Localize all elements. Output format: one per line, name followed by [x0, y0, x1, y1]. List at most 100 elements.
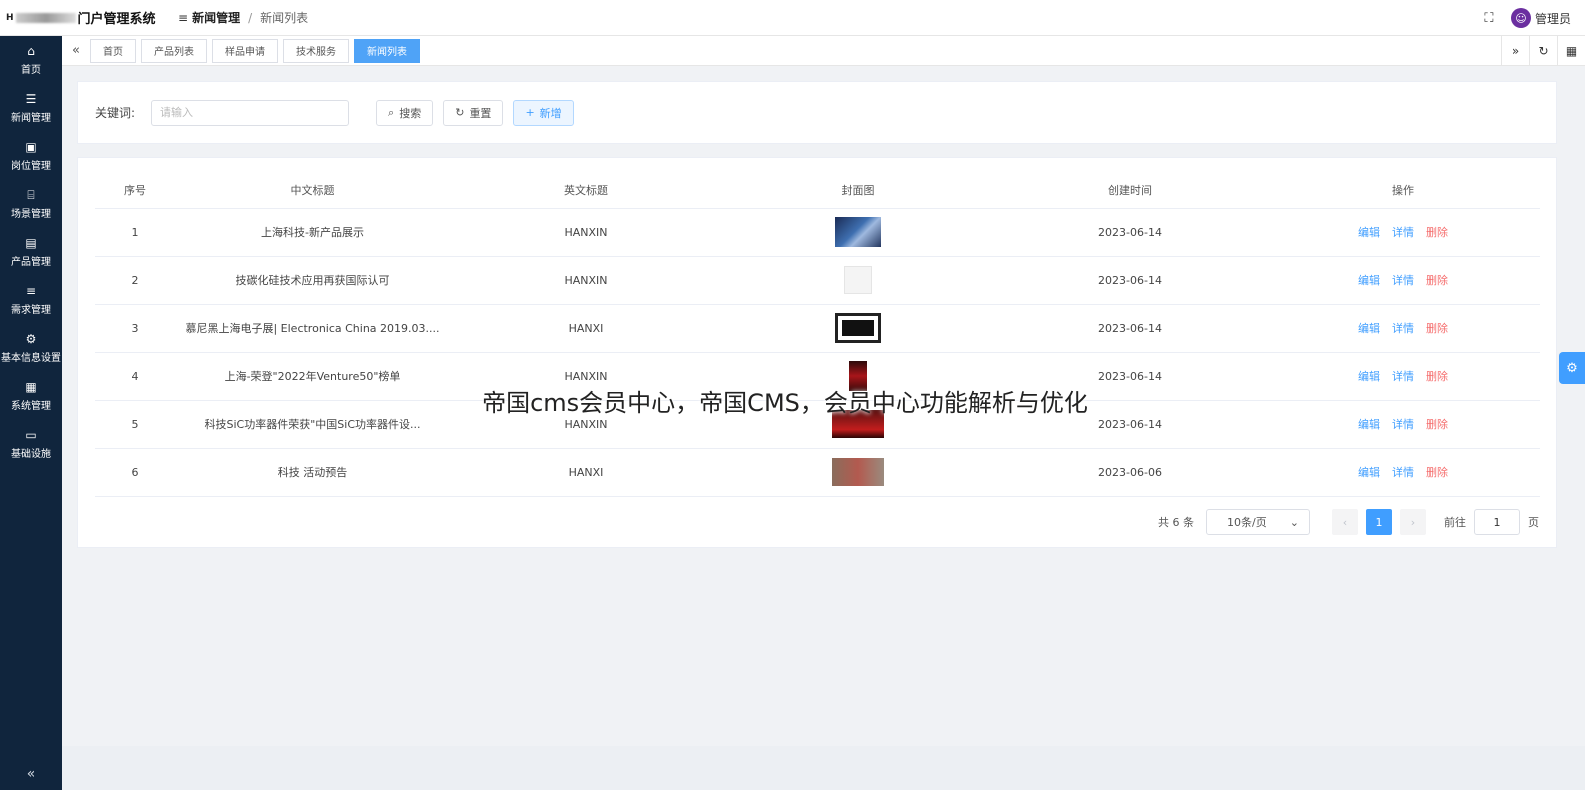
- sidebar-item-news[interactable]: ☰ 新闻管理: [0, 84, 62, 132]
- cell-created: 2023-06-06: [994, 448, 1266, 497]
- sidebar-item-infrastructure[interactable]: ▭ 基础设施: [0, 420, 62, 468]
- fullscreen-icon[interactable]: ⛶: [1481, 11, 1497, 26]
- col-cover: 封面图: [722, 172, 994, 209]
- edit-link[interactable]: 编辑: [1358, 416, 1380, 432]
- avatar: ☺: [1510, 8, 1531, 28]
- news-table: 序号 中文标题 英文标题 封面图 创建时间 操作 1 上海科技-新产品展示 HA…: [95, 172, 1540, 497]
- detail-link[interactable]: 详情: [1392, 320, 1414, 336]
- delete-link[interactable]: 删除: [1426, 224, 1448, 240]
- overlay-caption: 帝国cms会员中心，帝国CMS，会员中心功能解析与优化: [482, 389, 1088, 417]
- tab-product-list[interactable]: 产品列表: [141, 38, 207, 63]
- sidebar-item-positions[interactable]: ▣ 岗位管理: [0, 132, 62, 180]
- table-header-row: 序号 中文标题 英文标题 封面图 创建时间 操作: [95, 172, 1540, 209]
- sidebar-item-label: 岗位管理: [11, 161, 51, 172]
- keyword-input[interactable]: [151, 99, 350, 126]
- tabs-scroll-left-icon[interactable]: «: [62, 43, 90, 58]
- col-en-title: 英文标题: [450, 172, 722, 209]
- detail-link[interactable]: 详情: [1392, 224, 1414, 240]
- next-page-icon[interactable]: ›: [1400, 509, 1426, 535]
- cell-zh-title: 慕尼黑上海电子展| Electronica China 2019.03....: [175, 304, 450, 353]
- app-title: 门户管理系统: [77, 12, 156, 27]
- delete-link[interactable]: 删除: [1426, 320, 1448, 336]
- detail-link[interactable]: 详情: [1392, 272, 1414, 288]
- sidebar-item-home[interactable]: ⌂ 首页: [0, 36, 62, 84]
- plus-icon: +: [525, 106, 535, 119]
- cell-cover: [722, 256, 994, 305]
- delete-link[interactable]: 删除: [1426, 416, 1448, 432]
- breadcrumb-item-news-list: 新闻列表: [260, 11, 309, 25]
- col-zh-title: 中文标题: [175, 172, 450, 209]
- reset-button[interactable]: ↻ 重置: [443, 99, 504, 126]
- user-menu[interactable]: ☺ 管理员: [1510, 8, 1571, 28]
- detail-link[interactable]: 详情: [1392, 368, 1414, 384]
- pagination: 共 6 条 10条/页 ⌄ ‹ 1 › 前往 页: [1158, 508, 1539, 536]
- cover-image[interactable]: [844, 266, 872, 294]
- detail-link[interactable]: 详情: [1392, 416, 1414, 432]
- search-button-label: 搜索: [399, 106, 422, 120]
- news-table-card: 序号 中文标题 英文标题 封面图 创建时间 操作 1 上海科技-新产品展示 HA…: [77, 157, 1557, 548]
- goto-prefix: 前往: [1444, 516, 1466, 529]
- breadcrumb-item-news-manage[interactable]: 新闻管理: [192, 9, 240, 26]
- edit-link[interactable]: 编辑: [1358, 464, 1380, 480]
- search-button[interactable]: ⌕ 搜索: [376, 99, 434, 126]
- page-number-current[interactable]: 1: [1366, 509, 1392, 535]
- table-row: 6 科技 活动预告 HANXI 2023-06-06 编辑 详情 删除: [95, 448, 1540, 497]
- edit-link[interactable]: 编辑: [1358, 224, 1380, 240]
- sidebar-item-scenes[interactable]: ⌸ 场景管理: [0, 180, 62, 228]
- cell-index: 3: [95, 304, 175, 353]
- cell-index: 1: [95, 208, 175, 257]
- edit-link[interactable]: 编辑: [1358, 368, 1380, 384]
- sidebar-item-basic-settings[interactable]: ⚙ 基本信息设置: [0, 324, 62, 372]
- edit-link[interactable]: 编辑: [1358, 320, 1380, 336]
- tab-tech-service[interactable]: 技术服务: [283, 38, 349, 63]
- edit-link[interactable]: 编辑: [1358, 272, 1380, 288]
- sidebar-item-label: 首页: [21, 65, 41, 76]
- tab-news-list[interactable]: 新闻列表: [354, 38, 420, 63]
- tab-sample-request[interactable]: 样品申请: [212, 38, 278, 63]
- tab-home[interactable]: 首页: [90, 38, 136, 63]
- cell-actions: 编辑 详情 删除: [1266, 208, 1540, 257]
- detail-link[interactable]: 详情: [1392, 464, 1414, 480]
- col-index: 序号: [95, 172, 175, 209]
- cell-cover: [722, 448, 994, 497]
- tabs-scroll-right-icon[interactable]: »: [1501, 36, 1529, 66]
- reset-button-label: 重置: [469, 106, 492, 120]
- pagination-total: 共 6 条: [1158, 516, 1194, 529]
- sidebar-item-products[interactable]: ▤ 产品管理: [0, 228, 62, 276]
- table-row: 1 上海科技-新产品展示 HANXIN 2023-06-14 编辑 详情 删除: [95, 208, 1540, 257]
- add-button-label: 新增: [539, 106, 562, 120]
- prev-page-icon[interactable]: ‹: [1332, 509, 1358, 535]
- delete-link[interactable]: 删除: [1426, 272, 1448, 288]
- collapse-sidebar-icon[interactable]: «: [0, 766, 62, 782]
- goto-suffix: 页: [1528, 516, 1539, 529]
- sidebar-item-label: 基础设施: [11, 449, 51, 460]
- cell-zh-title: 上海科技-新产品展示: [175, 208, 450, 257]
- page-size-select[interactable]: 10条/页 ⌄: [1206, 509, 1310, 535]
- keyword-label: 关键词:: [95, 106, 136, 120]
- search-icon: ⌕: [388, 105, 395, 119]
- cell-index: 6: [95, 448, 175, 497]
- cell-en-title: HANXI: [450, 304, 722, 353]
- tabs-bar: « 首页 产品列表 样品申请 技术服务 新闻列表 » ↻ ▦: [62, 36, 1585, 66]
- cover-image[interactable]: [835, 217, 881, 247]
- page-size-value: 10条/页: [1227, 516, 1267, 529]
- refresh-icon[interactable]: ↻: [1529, 36, 1557, 66]
- add-button[interactable]: + 新增: [513, 99, 574, 126]
- table-row: 3 慕尼黑上海电子展| Electronica China 2019.03...…: [95, 304, 1540, 353]
- col-actions: 操作: [1266, 172, 1540, 209]
- settings-gear-icon[interactable]: ⚙: [1559, 352, 1585, 384]
- delete-link[interactable]: 删除: [1426, 368, 1448, 384]
- goto-page-input[interactable]: [1474, 509, 1520, 535]
- cover-image[interactable]: [835, 313, 881, 343]
- reset-icon: ↻: [455, 106, 465, 119]
- cell-created: 2023-06-14: [994, 208, 1266, 257]
- breadcrumb-separator: /: [248, 10, 253, 25]
- cell-actions: 编辑 详情 删除: [1266, 304, 1540, 353]
- grid-menu-icon[interactable]: ▦: [1557, 36, 1585, 66]
- cover-image[interactable]: [832, 458, 884, 486]
- news-icon: ☰: [25, 92, 37, 106]
- delete-link[interactable]: 删除: [1426, 464, 1448, 480]
- table-row: 2 技碳化硅技术应用再获国际认可 HANXIN 2023-06-14 编辑 详情删…: [95, 256, 1540, 305]
- sidebar-item-requirements[interactable]: ≡ 需求管理: [0, 276, 62, 324]
- cell-zh-title: 技碳化硅技术应用再获国际认可: [175, 256, 450, 305]
